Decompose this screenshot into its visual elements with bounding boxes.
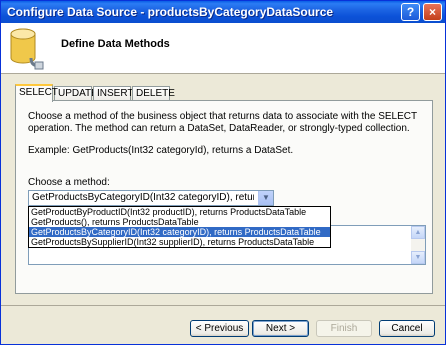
chevron-down-icon[interactable]: ▼ <box>258 191 273 205</box>
tab-select[interactable]: SELECT <box>15 84 58 102</box>
cancel-button[interactable]: Cancel <box>379 320 435 337</box>
dropdown-option-selected[interactable]: GetProductsByCategoryID(Int32 categoryID… <box>29 227 330 237</box>
dropdown-option[interactable]: GetProducts(), returns ProductsDataTable <box>29 217 330 227</box>
dialog-window: Configure Data Source - productsByCatego… <box>0 0 446 345</box>
method-dropdown-list[interactable]: GetProductByProductID(Int32 productID), … <box>28 206 331 248</box>
tab-insert[interactable]: INSERT <box>93 86 134 101</box>
dropdown-option[interactable]: GetProductsBySupplierID(Int32 supplierID… <box>29 237 330 247</box>
finish-button[interactable]: Finish <box>316 320 372 337</box>
dropdown-option[interactable]: GetProductByProductID(Int32 productID), … <box>29 207 330 217</box>
method-combobox[interactable]: GetProductsByCategoryID(Int32 categoryID… <box>28 190 274 206</box>
window-title: Configure Data Source - productsByCatego… <box>7 5 334 19</box>
tab-delete[interactable]: DELETE <box>132 86 175 101</box>
close-button[interactable]: × <box>423 3 442 21</box>
method-description: Choose a method of the business object t… <box>28 111 417 134</box>
example-text: Example: GetProducts(Int32 categoryId), … <box>28 145 294 156</box>
combo-selected-value: GetProductsByCategoryID(Int32 categoryID… <box>32 192 254 203</box>
choose-method-label: Choose a method: <box>28 177 110 188</box>
database-icon <box>10 28 44 70</box>
footer-divider <box>1 305 445 306</box>
scroll-up-icon[interactable]: ▲ <box>411 226 425 239</box>
help-button[interactable]: ? <box>401 3 420 21</box>
select-tab-panel: Choose a method of the business object t… <box>15 100 433 294</box>
wizard-header: Define Data Methods <box>1 23 445 74</box>
next-button[interactable]: Next > <box>252 320 309 337</box>
previous-button[interactable]: < Previous <box>190 320 249 337</box>
scroll-down-icon[interactable]: ▼ <box>411 251 425 264</box>
tab-update[interactable]: UPDATE <box>54 86 98 101</box>
title-bar[interactable]: Configure Data Source - productsByCatego… <box>1 1 445 23</box>
page-title: Define Data Methods <box>61 38 170 50</box>
scrollbar[interactable]: ▲ ▼ <box>411 226 425 264</box>
